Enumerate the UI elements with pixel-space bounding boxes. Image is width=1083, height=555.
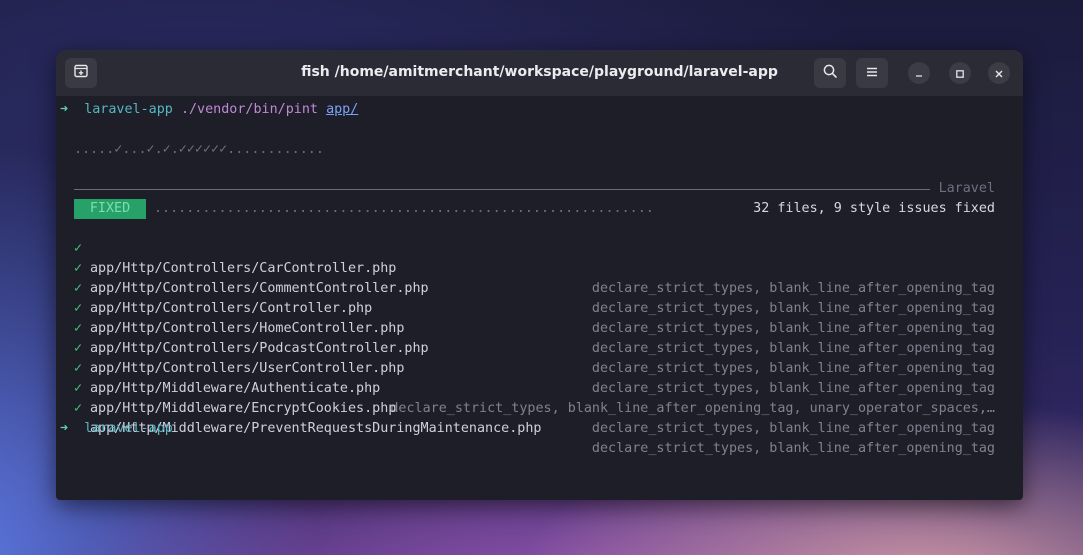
summary-text: 32 files, 9 style issues fixed	[753, 201, 995, 216]
prompt-arrow: ➜	[60, 421, 69, 436]
list-item: ✓ app/Http/Controllers/CommentController…	[56, 239, 1023, 316]
search-icon	[822, 63, 838, 83]
list-item: ✓ app/Http/Controllers/CarController.php…	[56, 219, 1023, 296]
title-bar: fish /home/amitmerchant/workspace/playgr…	[56, 50, 1023, 96]
file-path: app/Http/Middleware/EncryptCookies.php	[90, 401, 397, 416]
close-button[interactable]	[988, 62, 1010, 84]
minimize-button[interactable]	[908, 62, 930, 84]
hamburger-menu-icon	[865, 64, 879, 83]
file-issues: declare_strict_types, blank_line_after_o…	[591, 421, 995, 436]
prompt-directory: laravel-app	[84, 421, 173, 436]
divider-label: Laravel	[938, 181, 995, 196]
file-issues: declare_strict_types, blank_line_after_o…	[390, 401, 995, 416]
list-item: ✓ app/Http/Controllers/Controller.php de…	[56, 259, 1023, 336]
search-button[interactable]	[814, 58, 846, 88]
list-item: ✓ app/Http/Middleware/Authenticate.php d…	[56, 339, 1023, 416]
command-text: ./vendor/bin/pint	[180, 102, 318, 117]
maximize-button[interactable]	[949, 62, 971, 84]
list-item: ✓ app/Http/Controllers/PodcastController…	[56, 299, 1023, 376]
section-divider	[74, 189, 930, 190]
close-icon	[994, 64, 1004, 83]
list-item: ✓ app/Http/Middleware/PreventRequestsDur…	[56, 379, 1023, 456]
command-line: ➜ laravel-app ./vendor/bin/pint app/	[60, 100, 358, 120]
minimize-icon	[914, 64, 924, 83]
file-issues: declare_strict_types, blank_line_after_o…	[591, 441, 995, 456]
command-argument: app/	[326, 102, 359, 117]
terminal-window: fish /home/amitmerchant/workspace/playgr…	[56, 50, 1023, 500]
progress-indicator: .....✓...✓.✓.✓✓✓✓✓✓............	[74, 142, 324, 157]
summary-leader: ........................................…	[154, 201, 654, 216]
maximize-icon	[955, 64, 965, 83]
terminal-output[interactable]: ➜ laravel-app ./vendor/bin/pint app/ ...…	[56, 96, 1023, 500]
list-item: ✓ app/Http/Middleware/EncryptCookies.php…	[56, 359, 1023, 436]
check-icon: ✓	[74, 401, 83, 416]
current-prompt[interactable]: ➜ laravel-app	[60, 419, 173, 439]
list-item: ✓ app/Http/Controllers/HomeController.ph…	[56, 279, 1023, 356]
menu-button[interactable]	[856, 58, 888, 88]
prompt-directory: laravel-app	[84, 102, 173, 117]
status-badge: FIXED	[74, 199, 146, 219]
list-item: ✓ app/Http/Controllers/UserController.ph…	[56, 319, 1023, 396]
prompt-arrow: ➜	[60, 102, 69, 117]
